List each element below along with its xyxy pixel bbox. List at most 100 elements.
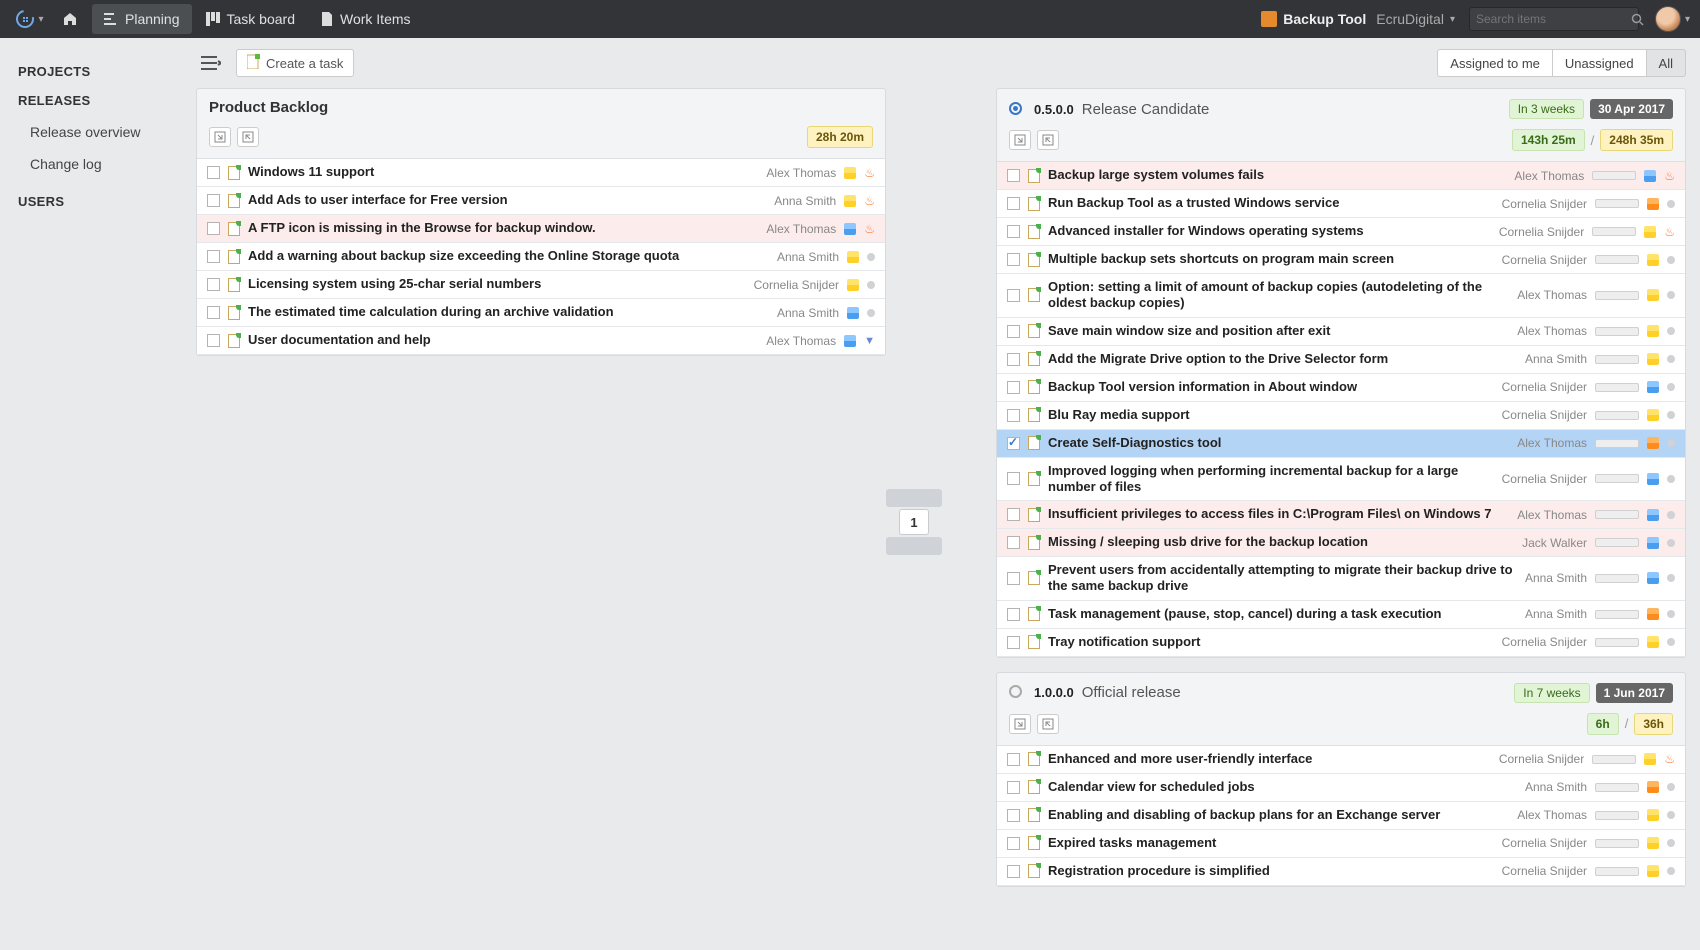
work-item-row[interactable]: Option: setting a limit of amount of bac… xyxy=(997,274,1685,318)
search-box[interactable] xyxy=(1469,7,1639,31)
item-checkbox[interactable] xyxy=(207,222,220,235)
item-checkbox[interactable] xyxy=(1007,437,1020,450)
sidebar-heading-users[interactable]: USERS xyxy=(18,194,182,209)
work-item-row[interactable]: A FTP icon is missing in the Browse for … xyxy=(197,215,885,243)
item-checkbox[interactable] xyxy=(1007,536,1020,549)
item-checkbox[interactable] xyxy=(207,278,220,291)
item-checkbox[interactable] xyxy=(1007,781,1020,794)
sidebar-heading-projects[interactable]: PROJECTS xyxy=(18,64,182,79)
collapse-button[interactable] xyxy=(209,127,231,147)
item-checkbox[interactable] xyxy=(1007,325,1020,338)
work-item-row[interactable]: Backup Tool version information in About… xyxy=(997,374,1685,402)
expand-button[interactable] xyxy=(1037,130,1059,150)
work-item-row[interactable]: Task management (pause, stop, cancel) du… xyxy=(997,601,1685,629)
work-item-row[interactable]: Add Ads to user interface for Free versi… xyxy=(197,187,885,215)
work-item-row[interactable]: Enhanced and more user-friendly interfac… xyxy=(997,746,1685,774)
work-item-row[interactable]: User documentation and help Alex Thomas … xyxy=(197,327,885,355)
item-checkbox[interactable] xyxy=(1007,381,1020,394)
work-item-row[interactable]: Tray notification support Cornelia Snijd… xyxy=(997,629,1685,657)
priority-dot-icon xyxy=(1667,574,1675,582)
work-item-row[interactable]: Run Backup Tool as a trusted Windows ser… xyxy=(997,190,1685,218)
user-avatar[interactable] xyxy=(1655,6,1681,32)
work-item-row[interactable]: Windows 11 support Alex Thomas ♨ xyxy=(197,159,885,187)
item-checkbox[interactable] xyxy=(1007,608,1020,621)
priority-dot-icon xyxy=(1667,610,1675,618)
item-checkbox[interactable] xyxy=(1007,253,1020,266)
nav-taskboard[interactable]: Task board xyxy=(194,4,307,34)
item-checkbox[interactable] xyxy=(1007,636,1020,649)
work-item-row[interactable]: The estimated time calculation during an… xyxy=(197,299,885,327)
item-checkbox[interactable] xyxy=(1007,197,1020,210)
work-item-row[interactable]: Insufficient privileges to access files … xyxy=(997,501,1685,529)
work-item-row[interactable]: Enabling and disabling of backup plans f… xyxy=(997,802,1685,830)
item-title: Task management (pause, stop, cancel) du… xyxy=(1048,606,1517,622)
home-button[interactable] xyxy=(50,4,90,34)
expand-button[interactable] xyxy=(1037,714,1059,734)
item-type-icon xyxy=(1028,472,1040,486)
move-right-button[interactable] xyxy=(886,537,942,555)
item-checkbox[interactable] xyxy=(207,306,220,319)
work-item-row[interactable]: Add a warning about backup size exceedin… xyxy=(197,243,885,271)
item-checkbox[interactable] xyxy=(1007,472,1020,485)
item-checkbox[interactable] xyxy=(1007,837,1020,850)
nav-planning[interactable]: Planning xyxy=(92,4,192,34)
expand-button[interactable] xyxy=(237,127,259,147)
item-checkbox[interactable] xyxy=(207,250,220,263)
work-item-row[interactable]: Calendar view for scheduled jobs Anna Sm… xyxy=(997,774,1685,802)
item-checkbox[interactable] xyxy=(1007,169,1020,182)
work-item-row[interactable]: Expired tasks management Cornelia Snijde… xyxy=(997,830,1685,858)
release-panel: 1.0.0.0 Official release In 7 weeks 1 Ju… xyxy=(996,672,1686,887)
item-checkbox[interactable] xyxy=(207,334,220,347)
item-checkbox[interactable] xyxy=(1007,289,1020,302)
menu-toggle[interactable] xyxy=(196,50,226,76)
sidebar-link-release-overview[interactable]: Release overview xyxy=(18,116,182,148)
item-card-icon xyxy=(1647,608,1659,620)
item-checkbox[interactable] xyxy=(1007,809,1020,822)
home-icon xyxy=(62,11,78,27)
search-input[interactable] xyxy=(1476,12,1631,26)
sidebar-heading-releases[interactable]: RELEASES xyxy=(18,93,182,108)
item-checkbox[interactable] xyxy=(1007,572,1020,585)
item-checkbox[interactable] xyxy=(1007,409,1020,422)
item-card-icon xyxy=(1647,409,1659,421)
item-type-icon xyxy=(1028,864,1040,878)
chevron-down-icon[interactable]: ▾ xyxy=(1685,14,1690,25)
collapse-button[interactable] xyxy=(1009,714,1031,734)
work-item-row[interactable]: Missing / sleeping usb drive for the bac… xyxy=(997,529,1685,557)
move-left-button[interactable] xyxy=(886,489,942,507)
item-type-icon xyxy=(1028,836,1040,850)
work-item-row[interactable]: Create Self-Diagnostics tool Alex Thomas xyxy=(997,430,1685,458)
work-item-row[interactable]: Improved logging when performing increme… xyxy=(997,458,1685,502)
transfer-count: 1 xyxy=(899,509,929,535)
item-checkbox[interactable] xyxy=(1007,508,1020,521)
item-assignee: Anna Smith xyxy=(1525,571,1587,585)
item-type-icon xyxy=(1028,752,1040,766)
item-checkbox[interactable] xyxy=(207,194,220,207)
filter-all[interactable]: All xyxy=(1647,49,1686,77)
work-item-row[interactable]: Backup large system volumes fails Alex T… xyxy=(997,162,1685,190)
filter-assigned-to-me[interactable]: Assigned to me xyxy=(1437,49,1553,77)
work-item-row[interactable]: Multiple backup sets shortcuts on progra… xyxy=(997,246,1685,274)
work-item-row[interactable]: Advanced installer for Windows operating… xyxy=(997,218,1685,246)
filter-unassigned[interactable]: Unassigned xyxy=(1553,49,1647,77)
work-item-row[interactable]: Blu Ray media support Cornelia Snijder xyxy=(997,402,1685,430)
nav-workitems[interactable]: Work Items xyxy=(309,4,423,34)
item-checkbox[interactable] xyxy=(1007,353,1020,366)
work-item-row[interactable]: Add the Migrate Drive option to the Driv… xyxy=(997,346,1685,374)
release-radio[interactable] xyxy=(1009,685,1022,698)
create-task-button[interactable]: Create a task xyxy=(236,49,354,77)
item-checkbox[interactable] xyxy=(1007,753,1020,766)
collapse-button[interactable] xyxy=(1009,130,1031,150)
priority-dot-icon xyxy=(1667,327,1675,335)
app-logo-menu[interactable]: ▾ xyxy=(10,4,48,34)
work-item-row[interactable]: Prevent users from accidentally attempti… xyxy=(997,557,1685,601)
item-checkbox[interactable] xyxy=(1007,865,1020,878)
workspace-selector[interactable]: Backup Tool EcruDigital ▾ xyxy=(1261,11,1455,27)
item-checkbox[interactable] xyxy=(1007,225,1020,238)
work-item-row[interactable]: Save main window size and position after… xyxy=(997,318,1685,346)
item-checkbox[interactable] xyxy=(207,166,220,179)
work-item-row[interactable]: Licensing system using 25-char serial nu… xyxy=(197,271,885,299)
sidebar-link-change-log[interactable]: Change log xyxy=(18,148,182,180)
release-radio[interactable] xyxy=(1009,102,1022,115)
work-item-row[interactable]: Registration procedure is simplified Cor… xyxy=(997,858,1685,886)
